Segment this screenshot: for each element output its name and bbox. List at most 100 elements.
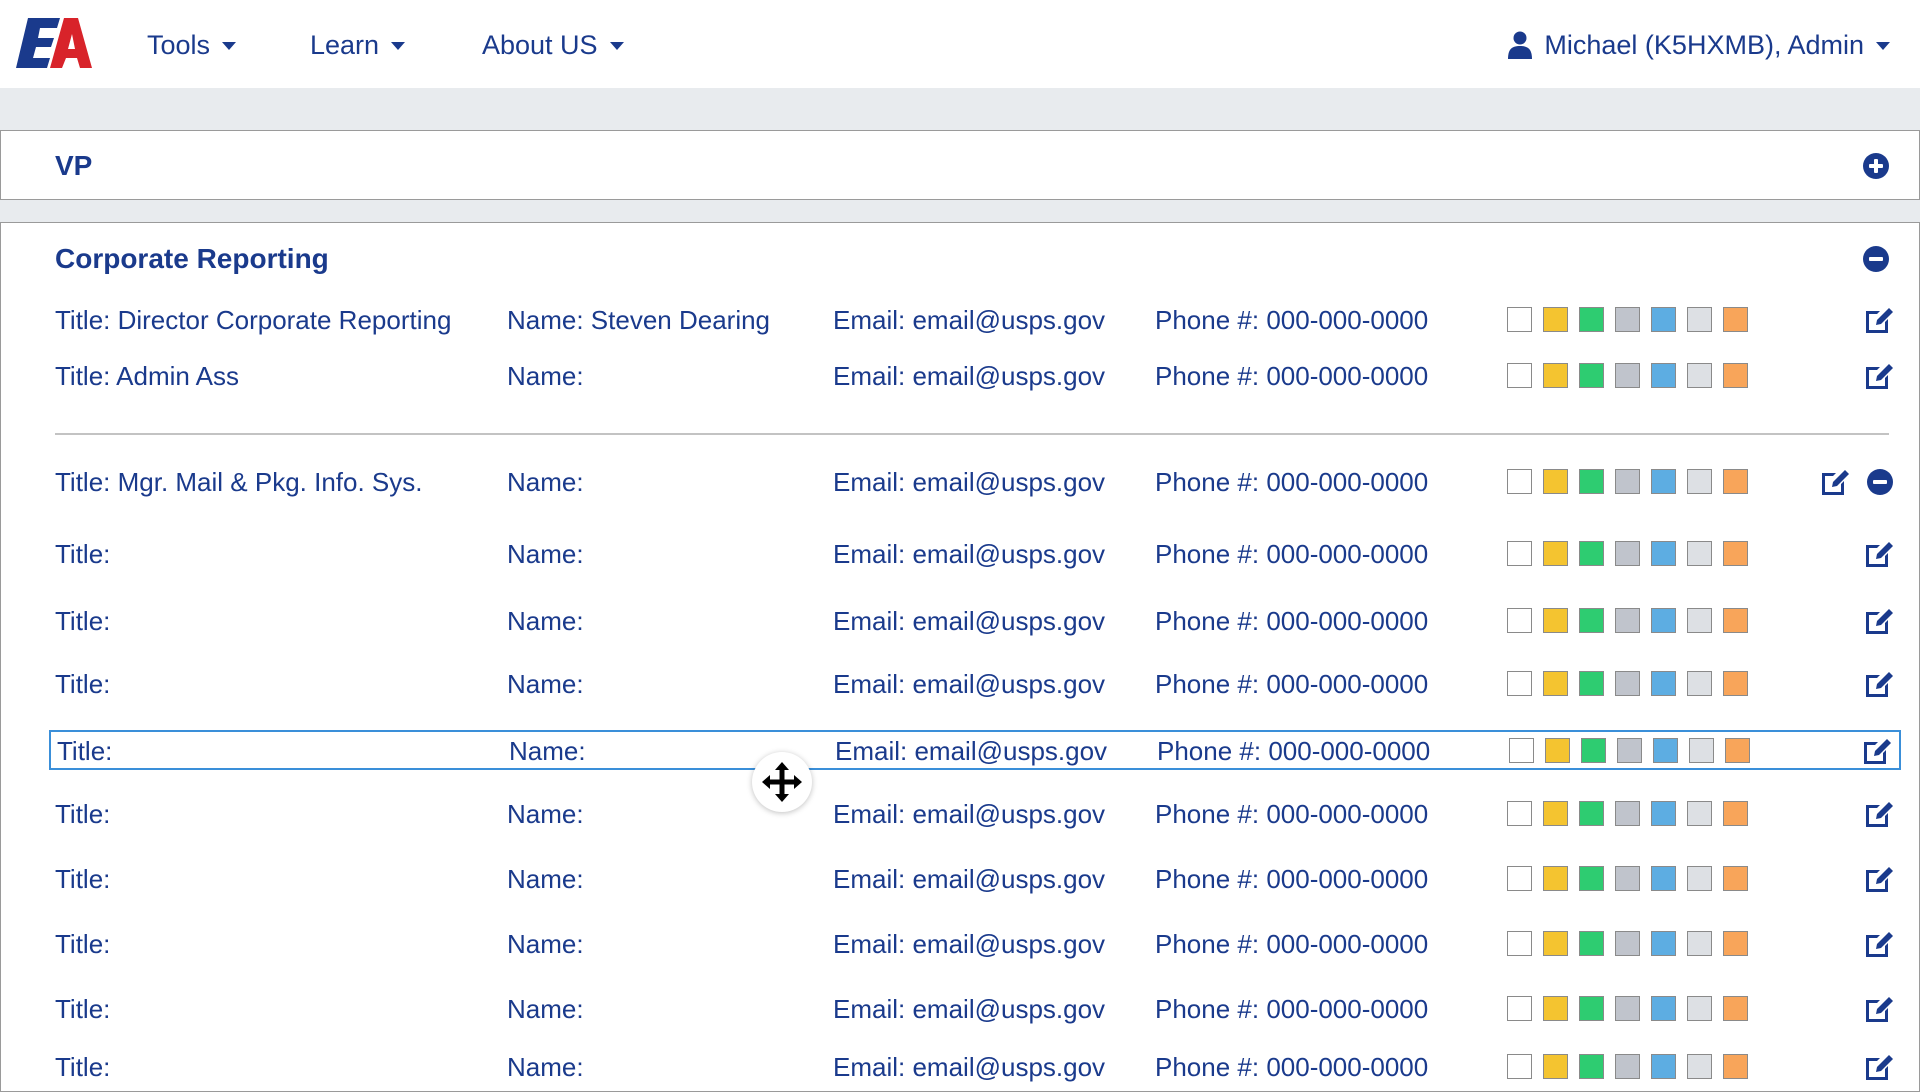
table-row[interactable]: Title: Name: Email: email@usps.gov Phone #:… [49,602,1901,642]
row-name[interactable]: Name: [507,994,584,1025]
color-swatch[interactable] [1507,1054,1532,1079]
color-swatch[interactable] [1579,996,1604,1021]
color-swatch[interactable] [1653,738,1678,763]
color-swatch[interactable] [1687,801,1712,826]
color-swatch[interactable] [1687,931,1712,956]
color-swatch[interactable] [1543,608,1568,633]
color-swatch[interactable] [1507,307,1532,332]
row-email[interactable]: Email: email@usps.gov [833,669,1105,700]
color-swatch[interactable] [1723,363,1748,388]
row-email[interactable]: Email: email@usps.gov [833,864,1105,895]
color-swatch[interactable] [1723,469,1748,494]
table-row[interactable]: Title: Name: Email: email@usps.gov Phone #:… [49,535,1901,575]
color-swatch[interactable] [1723,671,1748,696]
row-name[interactable]: Name: [507,799,584,830]
row-phone[interactable]: Phone #: 000-000-0000 [1155,929,1428,960]
color-swatch[interactable] [1687,363,1712,388]
color-swatch[interactable] [1615,931,1640,956]
table-row[interactable]: Title: Director Corporate Reporting Name:… [49,301,1901,341]
table-row[interactable]: Title: Name: Email: email@usps.gov Phone #:… [49,860,1901,900]
color-swatch[interactable] [1579,1054,1604,1079]
edit-icon[interactable] [1819,467,1851,497]
color-swatch[interactable] [1507,801,1532,826]
edit-icon[interactable] [1863,1052,1895,1082]
edit-icon[interactable] [1863,669,1895,699]
color-swatch[interactable] [1615,363,1640,388]
row-title[interactable]: Title: [55,669,110,700]
color-swatch[interactable] [1507,469,1532,494]
color-swatch[interactable] [1615,307,1640,332]
color-swatch[interactable] [1581,738,1606,763]
color-swatch[interactable] [1543,671,1568,696]
color-swatch[interactable] [1543,363,1568,388]
row-name[interactable]: Name: [509,736,586,767]
color-swatch[interactable] [1507,866,1532,891]
row-phone[interactable]: Phone #: 000-000-0000 [1157,736,1430,767]
table-row[interactable]: Title: Name: Email: email@usps.gov Phone #:… [49,665,1901,705]
edit-icon[interactable] [1863,994,1895,1024]
nav-learn[interactable]: Learn [310,28,406,62]
color-swatch[interactable] [1687,1054,1712,1079]
color-swatch[interactable] [1687,469,1712,494]
color-swatch[interactable] [1615,541,1640,566]
row-email[interactable]: Email: email@usps.gov [833,539,1105,570]
color-swatch[interactable] [1545,738,1570,763]
color-swatch[interactable] [1507,363,1532,388]
row-email[interactable]: Email: email@usps.gov [833,467,1105,498]
color-swatch[interactable] [1543,541,1568,566]
row-email[interactable]: Email: email@usps.gov [833,305,1105,336]
color-swatch[interactable] [1507,671,1532,696]
row-phone[interactable]: Phone #: 000-000-0000 [1155,467,1428,498]
row-phone[interactable]: Phone #: 000-000-0000 [1155,606,1428,637]
row-title[interactable]: Title: [55,1052,110,1083]
row-phone[interactable]: Phone #: 000-000-0000 [1155,864,1428,895]
color-swatch[interactable] [1651,996,1676,1021]
color-swatch[interactable] [1687,541,1712,566]
color-swatch[interactable] [1651,608,1676,633]
edit-icon[interactable] [1863,539,1895,569]
row-email[interactable]: Email: email@usps.gov [833,799,1105,830]
row-email[interactable]: Email: email@usps.gov [835,736,1107,767]
row-name[interactable]: Name: [507,606,584,637]
color-swatch[interactable] [1579,541,1604,566]
row-phone[interactable]: Phone #: 000-000-0000 [1155,669,1428,700]
collapse-minus-icon[interactable] [1863,246,1889,272]
color-swatch[interactable] [1543,469,1568,494]
remove-minus-icon[interactable] [1867,469,1893,495]
row-email[interactable]: Email: email@usps.gov [833,929,1105,960]
color-swatch[interactable] [1723,541,1748,566]
color-swatch[interactable] [1615,1054,1640,1079]
color-swatch[interactable] [1579,608,1604,633]
row-title[interactable]: Title: [55,606,110,637]
color-swatch[interactable] [1723,866,1748,891]
edit-icon[interactable] [1863,799,1895,829]
color-swatch[interactable] [1579,866,1604,891]
row-name[interactable]: Name: [507,361,584,392]
color-swatch[interactable] [1507,541,1532,566]
row-title[interactable]: Title: Mgr. Mail & Pkg. Info. Sys. [55,467,422,498]
color-swatch[interactable] [1687,608,1712,633]
edit-icon[interactable] [1861,736,1893,766]
row-phone[interactable]: Phone #: 000-000-0000 [1155,994,1428,1025]
color-swatch[interactable] [1723,931,1748,956]
row-title[interactable]: Title: [55,539,110,570]
color-swatch[interactable] [1651,866,1676,891]
edit-icon[interactable] [1863,606,1895,636]
color-swatch[interactable] [1651,671,1676,696]
color-swatch[interactable] [1543,801,1568,826]
row-name[interactable]: Name: [507,929,584,960]
color-swatch[interactable] [1579,307,1604,332]
color-swatch[interactable] [1615,671,1640,696]
table-row[interactable]: Title: Mgr. Mail & Pkg. Info. Sys. Name: E… [49,463,1901,503]
table-row[interactable]: Title: Name: Email: email@usps.gov Phone #:… [49,925,1901,965]
row-email[interactable]: Email: email@usps.gov [833,361,1105,392]
color-swatch[interactable] [1723,801,1748,826]
color-swatch[interactable] [1615,866,1640,891]
row-name[interactable]: Name: [507,864,584,895]
color-swatch[interactable] [1723,307,1748,332]
row-title[interactable]: Title: [57,736,112,767]
row-name[interactable]: Name: [507,539,584,570]
color-swatch[interactable] [1689,738,1714,763]
user-menu[interactable]: Michael (K5HXMB), Admin [1508,28,1890,62]
color-swatch[interactable] [1651,801,1676,826]
